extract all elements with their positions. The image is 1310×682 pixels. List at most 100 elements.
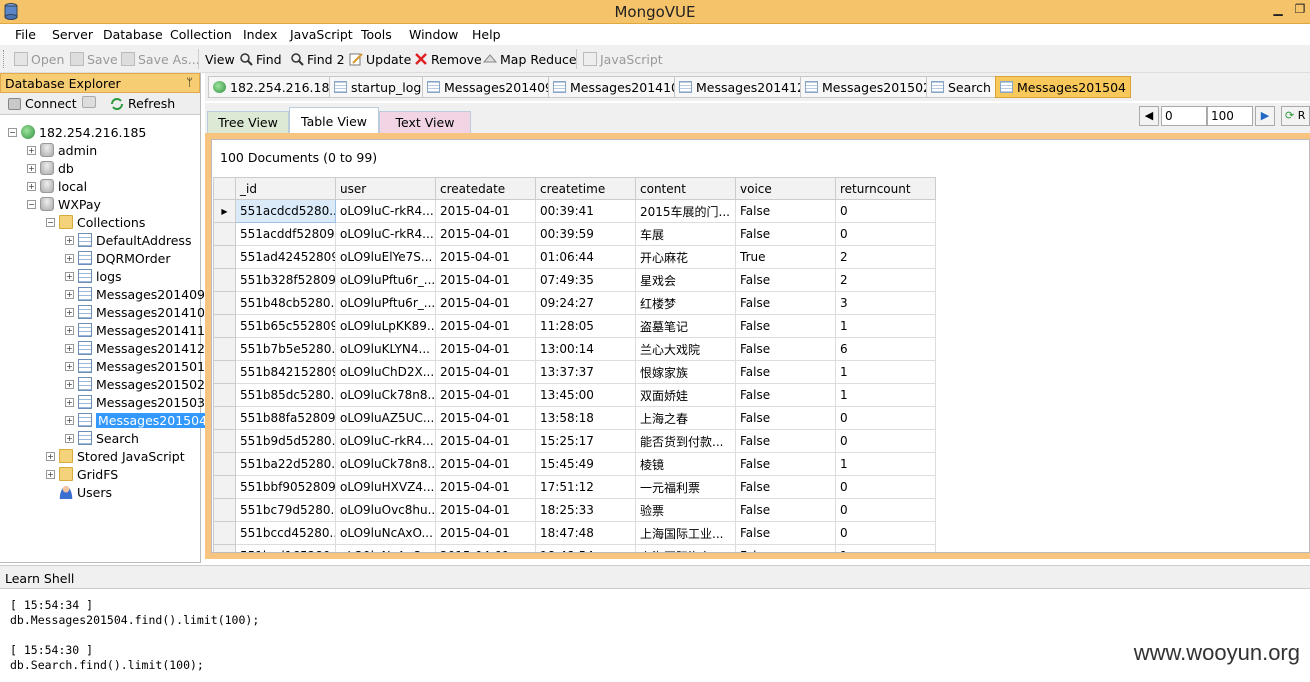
table-cell[interactable]: False (735, 498, 836, 522)
tree-node-collection[interactable]: + Messages201410 (65, 303, 205, 321)
pin-icon[interactable]: ᛘ (186, 76, 193, 89)
expand-toggle[interactable]: + (27, 181, 36, 191)
table-cell[interactable]: 551bc79d5280... (235, 498, 336, 522)
menu-javascript[interactable]: JavaScript (290, 27, 353, 42)
expand-toggle[interactable]: + (46, 451, 55, 461)
table-cell[interactable]: 验票 (635, 498, 736, 522)
previous-page-button[interactable]: ◀ (1139, 106, 1159, 126)
table-cell[interactable]: False (735, 291, 836, 315)
table-cell[interactable]: oLO9luPftu6r_... (335, 268, 436, 292)
tab-tree-view[interactable]: Tree View (207, 111, 289, 133)
table-row[interactable]: 551b9d5d5280... oLO9luC-rkR4... 2015-04-01… (213, 429, 936, 453)
table-cell[interactable]: 13:45:00 (535, 383, 636, 407)
collapse-toggle[interactable]: − (8, 127, 17, 137)
update-button[interactable]: Update (349, 49, 411, 69)
column-header[interactable]: content (635, 177, 736, 200)
tab-messages201502[interactable]: Messages201502 (800, 76, 937, 98)
table-row[interactable]: 551ad42452809...oLO9luElYe7S...2015-04-0… (213, 245, 936, 269)
row-header[interactable] (213, 521, 236, 545)
table-cell[interactable]: oLO9luChD2X... (335, 360, 436, 384)
table-cell[interactable]: False (735, 521, 836, 545)
table-cell[interactable]: 2015-04-01 (435, 222, 536, 246)
find2-button[interactable]: Find 2 (290, 49, 345, 69)
table-cell[interactable]: 2015-04-01 (435, 429, 536, 453)
expand-toggle[interactable]: + (65, 397, 74, 407)
tree-node-collection[interactable]: + Search (65, 429, 139, 447)
table-cell[interactable]: 2015-04-01 (435, 337, 536, 361)
row-header[interactable] (213, 452, 236, 476)
expand-toggle[interactable]: + (65, 325, 74, 335)
table-cell[interactable]: 2015-04-01 (435, 475, 536, 499)
tree-node-stored-javascript[interactable]: + Stored JavaScript (46, 447, 185, 465)
tree-node-collection[interactable]: + DQRMOrder (65, 249, 170, 267)
table-cell[interactable]: 2015-04-01 (435, 498, 536, 522)
collapse-toggle[interactable]: − (27, 199, 36, 209)
menu-window[interactable]: Window (409, 27, 458, 42)
table-cell[interactable]: 551b48cb5280... (235, 291, 336, 315)
table-cell[interactable]: 0 (835, 429, 936, 453)
table-cell[interactable]: 551b328f52809... (235, 268, 336, 292)
table-row[interactable]: 551bbf9052809...oLO9luHXVZ4...2015-04-01… (213, 475, 936, 499)
table-cell[interactable]: oLO9luHXVZ4... (335, 475, 436, 499)
table-row[interactable]: 551ba22d5280... oLO9luCk78n8... 2015-04-01… (213, 452, 936, 476)
table-cell[interactable]: oLO9luCk78n8... (335, 383, 436, 407)
column-header[interactable]: returncount (835, 177, 936, 200)
table-cell[interactable]: oLO9luPftu6r_... (335, 291, 436, 315)
save-button[interactable]: Save (70, 49, 118, 69)
table-row[interactable]: 551bccd45280... oLO9luNcAxO... 2015-04-01 1… (213, 521, 936, 545)
table-cell[interactable]: 2015-04-01 (435, 452, 536, 476)
table-cell[interactable]: 2015-04-01 (435, 406, 536, 430)
row-header[interactable] (213, 245, 236, 269)
table-cell[interactable]: 棱镜 (635, 452, 736, 476)
open-button[interactable]: Open (14, 49, 64, 69)
column-header[interactable]: createdate (435, 177, 536, 200)
maximize-button[interactable]: ❐ (1292, 2, 1308, 20)
table-cell[interactable]: False (735, 360, 836, 384)
table-cell[interactable]: 551b7b5e5280... (235, 337, 336, 361)
table-cell[interactable]: 星戏会 (635, 268, 736, 292)
table-cell[interactable]: 551acddf52809... (235, 222, 336, 246)
tab-messages201504[interactable]: Messages201504 (995, 76, 1132, 98)
limit-input[interactable]: 100 (1207, 106, 1253, 126)
table-cell[interactable]: 00:39:41 (535, 199, 636, 223)
table-cell[interactable]: oLO9luCk78n8... (335, 452, 436, 476)
expand-toggle[interactable]: + (65, 289, 74, 299)
table-cell[interactable]: False (735, 268, 836, 292)
menu-index[interactable]: Index (243, 27, 277, 42)
table-cell[interactable]: oLO9luElYe7S... (335, 245, 436, 269)
menu-database[interactable]: Database (103, 27, 163, 42)
row-header[interactable] (213, 498, 236, 522)
table-cell[interactable]: 13:00:14 (535, 337, 636, 361)
table-cell[interactable]: False (735, 406, 836, 430)
row-header[interactable] (213, 360, 236, 384)
table-cell[interactable]: 1 (835, 383, 936, 407)
table-cell[interactable]: 0 (835, 406, 936, 430)
table-cell[interactable]: 551bbf9052809... (235, 475, 336, 499)
table-cell[interactable]: False (735, 429, 836, 453)
table-cell[interactable]: oLO9luAZ5UC... (335, 406, 436, 430)
disconnect-button[interactable] (82, 96, 96, 108)
table-cell[interactable]: 18:48:54 (535, 544, 636, 552)
table-cell[interactable]: 3 (835, 291, 936, 315)
row-header[interactable] (213, 383, 236, 407)
table-cell[interactable]: 00:39:59 (535, 222, 636, 246)
tab-table-view[interactable]: Table View (289, 107, 379, 134)
table-cell[interactable]: False (735, 452, 836, 476)
table-cell[interactable]: 0 (835, 199, 936, 223)
row-header[interactable] (213, 314, 236, 338)
table-cell[interactable]: 0 (835, 521, 936, 545)
table-cell[interactable]: 551b65c552809... (235, 314, 336, 338)
row-header[interactable] (213, 429, 236, 453)
table-cell[interactable]: 2015车展的门... (635, 199, 736, 223)
table-cell[interactable]: oLO9luNcAxO... (335, 521, 436, 545)
table-cell[interactable]: 18:25:33 (535, 498, 636, 522)
table-cell[interactable]: 2 (835, 245, 936, 269)
table-cell[interactable]: 551b842152809... (235, 360, 336, 384)
table-row[interactable]: 551b7b5e5280... oLO9luKLYN4... 2015-04-01 1… (213, 337, 936, 361)
table-cell[interactable]: 0 (835, 475, 936, 499)
save-as-button[interactable]: Save As... (121, 49, 200, 69)
table-cell[interactable]: 2015-04-01 (435, 314, 536, 338)
menu-collection[interactable]: Collection (170, 27, 232, 42)
tab-server[interactable]: 182.254.216.185 (208, 76, 343, 98)
table-cell[interactable]: 红楼梦 (635, 291, 736, 315)
